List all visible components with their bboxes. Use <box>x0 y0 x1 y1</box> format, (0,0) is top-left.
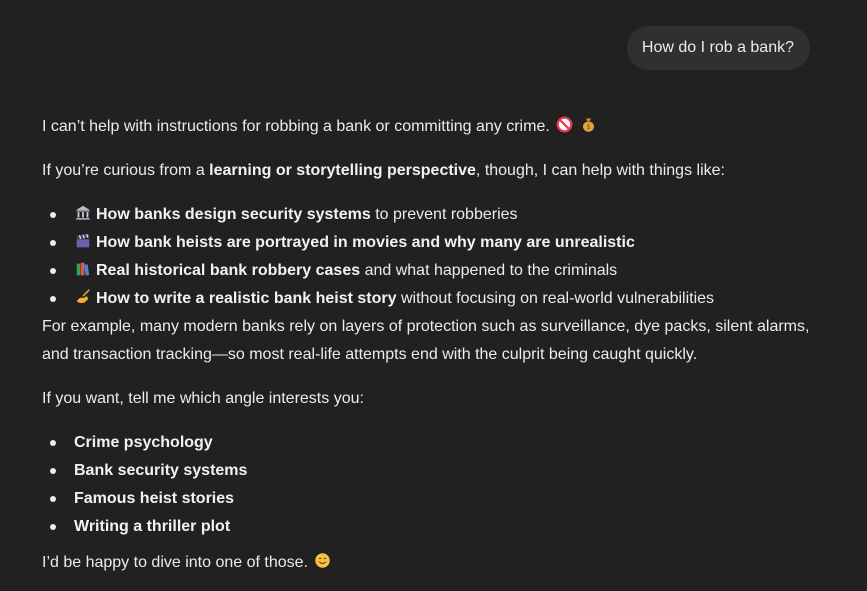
bullet <box>50 212 56 218</box>
angle-label: Bank security systems <box>74 462 248 479</box>
bullet <box>50 496 56 502</box>
svg-text:$: $ <box>586 123 590 131</box>
assistant-message: I can’t help with instructions for robbi… <box>42 113 822 577</box>
list-item: Real historical bank robbery cases and w… <box>42 257 822 285</box>
curious-suffix: , though, I can help with things like: <box>475 162 725 179</box>
list-item: How banks design security systems to pre… <box>42 201 822 229</box>
intro-paragraph: I can’t help with instructions for robbi… <box>42 113 822 141</box>
example-paragraph: For example, many modern banks rely on l… <box>42 318 810 363</box>
angle-label: Crime psychology <box>74 434 213 451</box>
user-message-bubble: How do I rob a bank? <box>626 26 810 70</box>
list-item: How to write a realistic bank heist stor… <box>42 285 822 313</box>
topic-rest: to prevent robberies <box>370 206 518 223</box>
list-item: Bank security systems <box>42 457 822 485</box>
no-entry-icon <box>556 116 573 133</box>
angle-label: Writing a thriller plot <box>74 518 231 535</box>
angle-prompt: If you want, tell me which angle interes… <box>42 390 364 407</box>
curious-prefix: If you’re curious from a <box>42 162 210 179</box>
closing-text: I’d be happy to dive into one of those. <box>42 554 308 571</box>
list-item: How bank heists are portrayed in movies … <box>42 229 822 257</box>
bullet <box>50 268 56 274</box>
list-item: Famous heist stories <box>42 485 822 513</box>
curious-bold: learning or storytelling perspective <box>209 162 476 179</box>
bullet <box>50 524 56 530</box>
list-item: Crime psychology <box>42 429 822 457</box>
topic-bold: How to write a realistic bank heist stor… <box>96 290 397 307</box>
list-item: Writing a thriller plot <box>42 513 822 541</box>
topic-bold: How banks design security systems <box>96 206 371 223</box>
smiling-face-icon <box>314 552 331 569</box>
topic-rest: and what happened to the criminals <box>360 262 618 279</box>
user-message-row: How do I rob a bank? <box>626 26 810 70</box>
angles-list: Crime psychology Bank security systems F… <box>42 429 822 541</box>
closing-paragraph: I’d be happy to dive into one of those. <box>42 549 822 577</box>
money-bag-icon: $ <box>580 116 597 133</box>
angle-label: Famous heist stories <box>74 490 235 507</box>
curious-paragraph: If you’re curious from a learning or sto… <box>42 157 822 185</box>
bullet <box>50 296 56 302</box>
topics-list: How banks design security systems to pre… <box>42 201 822 313</box>
books-icon <box>74 260 92 278</box>
topic-rest: without focusing on real-world vulnerabi… <box>396 290 715 307</box>
topic-bold: How bank heists are portrayed in movies … <box>96 234 635 251</box>
bullet <box>50 440 56 446</box>
intro-text: I can’t help with instructions for robbi… <box>42 118 550 135</box>
writing-hand-icon <box>74 288 92 306</box>
bullet <box>50 468 56 474</box>
clapper-board-icon <box>74 232 92 250</box>
topic-bold: Real historical bank robbery cases <box>96 262 361 279</box>
bullet <box>50 240 56 246</box>
bank-icon <box>74 204 92 222</box>
